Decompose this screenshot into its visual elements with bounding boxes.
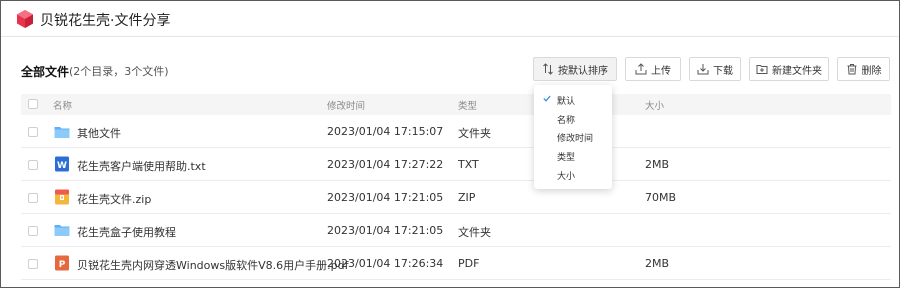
column-header-size[interactable]: 大小: [645, 98, 664, 112]
download-button-label: 下载: [713, 65, 733, 77]
file-modified: 2023/01/04 17:15:07: [327, 125, 444, 138]
new-folder-button[interactable]: 新建文件夹: [749, 57, 829, 81]
row-checkbox[interactable]: [28, 226, 38, 236]
file-name[interactable]: 花生壳文件.zip: [77, 191, 151, 207]
file-type: 文件夹: [458, 127, 491, 140]
row-checkbox[interactable]: [28, 193, 38, 203]
app-logo: [17, 10, 33, 28]
file-modified: 2023/01/04 17:27:22: [327, 158, 444, 171]
column-header-modified[interactable]: 修改时间: [327, 98, 365, 112]
file-type: PDF: [458, 257, 480, 270]
file-name[interactable]: 其他文件: [77, 125, 121, 141]
folder-icon: [54, 127, 70, 138]
row-checkbox[interactable]: [28, 127, 38, 137]
folder-icon: [54, 225, 70, 236]
zip-archive-icon: [55, 189, 69, 205]
file-count-summary: (2个目录，3个文件): [69, 65, 169, 78]
file-size: 70MB: [645, 191, 677, 204]
file-modified: 2023/01/04 17:21:05: [327, 191, 444, 204]
check-icon: [543, 95, 551, 102]
file-name[interactable]: 花生壳客户端使用帮助.txt: [77, 158, 206, 174]
sort-arrows-icon: [543, 63, 553, 75]
table-row[interactable]: [21, 115, 891, 148]
sort-dropdown-menu: 默认 名称 修改时间 类型 大小: [534, 85, 612, 189]
file-type: ZIP: [458, 191, 476, 204]
row-checkbox[interactable]: [28, 259, 38, 269]
download-button[interactable]: 下载: [689, 57, 741, 81]
table-header: [21, 94, 891, 115]
file-size: 2MB: [645, 158, 670, 171]
select-all-checkbox[interactable]: [28, 99, 38, 109]
ppt-doc-icon: P: [55, 255, 69, 271]
delete-button-label: 删除: [861, 65, 882, 77]
file-size: 2MB: [645, 257, 670, 270]
file-modified: 2023/01/04 17:26:34: [327, 257, 444, 270]
file-type: TXT: [458, 158, 479, 171]
app-title: 贝锐花生壳·文件分享: [40, 13, 171, 29]
new-folder-button-label: 新建文件夹: [772, 65, 822, 77]
file-modified: 2023/01/04 17:21:05: [327, 224, 444, 237]
trash-icon: [847, 64, 856, 75]
app-window: 贝锐花生壳·文件分享 全部文件 (2个目录，3个文件) 按默认排序 上传 下载 …: [0, 0, 900, 288]
sort-option-size[interactable]: 大小: [557, 169, 575, 182]
file-type: 文件夹: [458, 226, 491, 239]
file-name[interactable]: 贝锐花生壳内网穿透Windows版软件V8.6用户手册.pdf: [77, 257, 348, 273]
download-icon: [697, 64, 709, 75]
new-folder-icon: [756, 65, 768, 74]
upload-icon: [635, 63, 647, 75]
table-row[interactable]: [21, 181, 891, 214]
sort-button-label: 按默认排序: [558, 65, 608, 77]
delete-button[interactable]: 删除: [837, 57, 890, 81]
sort-option-name[interactable]: 名称: [557, 113, 575, 126]
word-doc-icon: W: [55, 156, 69, 172]
top-bar: 贝锐花生壳·文件分享: [1, 1, 899, 37]
upload-button[interactable]: 上传: [625, 57, 681, 81]
upload-button-label: 上传: [651, 65, 671, 77]
sort-option-default[interactable]: 默认: [557, 94, 575, 107]
page-title: 全部文件: [21, 65, 70, 79]
sort-button[interactable]: 按默认排序: [533, 57, 617, 81]
svg-text:P: P: [59, 260, 66, 270]
svg-text:W: W: [57, 161, 67, 171]
row-checkbox[interactable]: [28, 160, 38, 170]
column-header-name[interactable]: 名称: [53, 98, 72, 112]
column-header-type[interactable]: 类型: [458, 98, 477, 112]
file-name[interactable]: 花生壳盒子使用教程: [77, 224, 176, 240]
sort-option-type[interactable]: 类型: [557, 150, 575, 163]
sort-option-modified[interactable]: 修改时间: [557, 131, 593, 144]
